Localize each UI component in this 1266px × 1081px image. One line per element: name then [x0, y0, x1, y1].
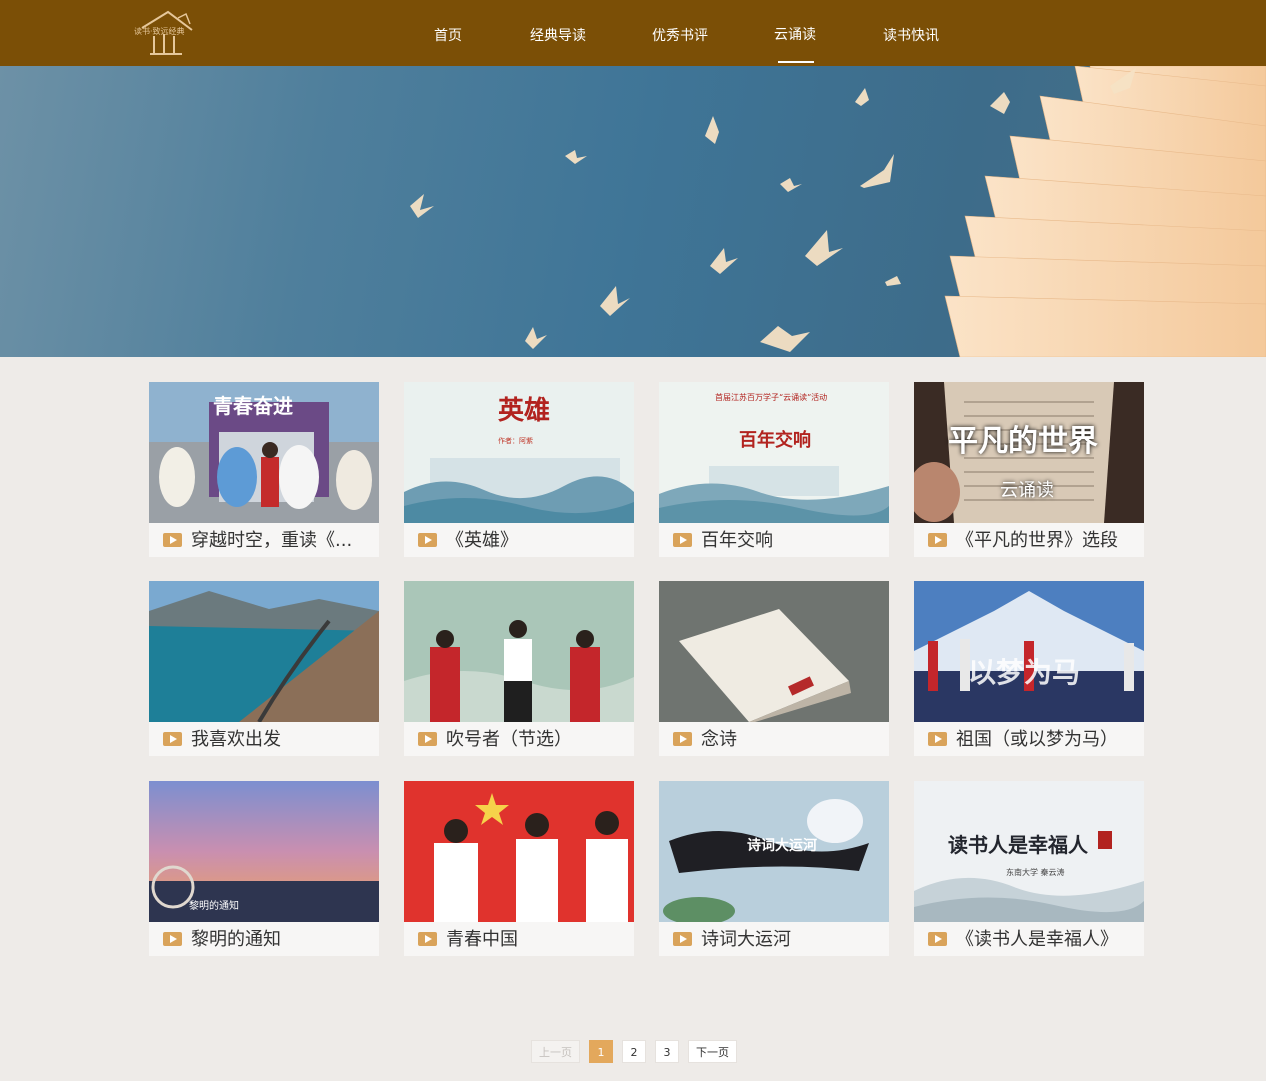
video-title[interactable]: 《英雄》: [404, 523, 634, 557]
video-thumbnail[interactable]: 黎明的通知: [149, 781, 379, 922]
video-title[interactable]: 百年交响: [659, 523, 889, 557]
video-thumbnail[interactable]: [404, 781, 634, 922]
hero-banner: [0, 66, 1266, 357]
video-title[interactable]: 诗词大运河: [659, 922, 889, 956]
thumbnail-subtext: 首届江苏百万学子“云诵读”活动: [715, 393, 828, 402]
video-card[interactable]: 吹号者（节选）: [404, 581, 634, 756]
thumbnail-text: 诗词大运河: [747, 838, 817, 854]
thumbnail-text: 青春奋进: [213, 394, 293, 418]
thumbnail-text: 平凡的世界: [948, 424, 1098, 459]
video-thumbnail[interactable]: 首届江苏百万学子“云诵读”活动 百年交响: [659, 382, 889, 523]
site-logo[interactable]: 读书·致远经典: [134, 8, 198, 58]
video-thumbnail[interactable]: 诗词大运河: [659, 781, 889, 922]
video-thumbnail[interactable]: [149, 581, 379, 722]
thumbnail-subtext: 云诵读: [1000, 480, 1054, 501]
video-card[interactable]: 读书人是幸福人 东南大学 秦云涛 《读书人是幸福人》: [914, 781, 1144, 956]
page-button-1[interactable]: 1: [589, 1040, 613, 1063]
video-title[interactable]: 青春中国: [404, 922, 634, 956]
video-title[interactable]: 祖国（或以梦为马）: [914, 722, 1144, 756]
nav-cloud-reading[interactable]: 云诵读: [774, 0, 816, 66]
video-title[interactable]: 念诗: [659, 722, 889, 756]
thumbnail-subtext: 作者：阿紫: [498, 437, 533, 445]
video-card[interactable]: 首届江苏百万学子“云诵读”活动 百年交响 百年交响: [659, 382, 889, 557]
thumbnail-text: 百年交响: [739, 430, 811, 451]
video-thumbnail[interactable]: [404, 581, 634, 722]
top-header: 读书·致远经典 首页 经典导读 优秀书评 云诵读 读书快讯: [0, 0, 1266, 66]
video-title[interactable]: 我喜欢出发: [149, 722, 379, 756]
nav-classic-guide[interactable]: 经典导读: [530, 0, 586, 66]
video-title[interactable]: 黎明的通知: [149, 922, 379, 956]
video-card[interactable]: 平凡的世界 云诵读 《平凡的世界》选段: [914, 382, 1144, 557]
video-title[interactable]: 《平凡的世界》选段: [914, 523, 1144, 557]
prev-page-button[interactable]: 上一页: [531, 1040, 580, 1063]
nav-book-reviews[interactable]: 优秀书评: [652, 0, 708, 66]
thumbnail-text: 英雄: [498, 396, 551, 426]
page-button-3[interactable]: 3: [655, 1040, 679, 1063]
video-thumbnail[interactable]: 平凡的世界 云诵读: [914, 382, 1144, 523]
video-card[interactable]: 诗词大运河 诗词大运河: [659, 781, 889, 956]
thumbnail-text: 以梦为马: [968, 656, 1081, 689]
video-card[interactable]: 念诗: [659, 581, 889, 756]
video-card[interactable]: 青春中国: [404, 781, 634, 956]
video-thumbnail[interactable]: 青春奋进: [149, 382, 379, 523]
thumbnail-text: 读书人是幸福人: [948, 833, 1088, 857]
video-card[interactable]: 以梦为马 祖国（或以梦为马）: [914, 581, 1144, 756]
video-thumbnail[interactable]: 读书人是幸福人 东南大学 秦云涛: [914, 781, 1144, 922]
video-thumbnail[interactable]: [659, 581, 889, 722]
video-card[interactable]: 我喜欢出发: [149, 581, 379, 756]
video-card[interactable]: 黎明的通知 黎明的通知: [149, 781, 379, 956]
nav-reading-news[interactable]: 读书快讯: [883, 0, 939, 66]
video-card[interactable]: 青春奋进 穿越时空，重读《...: [149, 382, 379, 557]
nav-home[interactable]: 首页: [434, 0, 462, 66]
video-title[interactable]: 穿越时空，重读《...: [149, 523, 379, 557]
logo-text: 读书·致远经典: [134, 27, 185, 36]
banner-illustration: [410, 66, 1266, 357]
video-thumbnail[interactable]: 英雄 作者：阿紫: [404, 382, 634, 523]
thumbnail-subtext: 东南大学 秦云涛: [1006, 868, 1065, 877]
page-button-2[interactable]: 2: [622, 1040, 646, 1063]
video-title[interactable]: 吹号者（节选）: [404, 722, 634, 756]
thumbnail-text: 黎明的通知: [189, 901, 239, 912]
next-page-button[interactable]: 下一页: [688, 1040, 737, 1063]
video-title[interactable]: 《读书人是幸福人》: [914, 922, 1144, 956]
video-card[interactable]: 英雄 作者：阿紫 《英雄》: [404, 382, 634, 557]
video-thumbnail[interactable]: 以梦为马: [914, 581, 1144, 722]
